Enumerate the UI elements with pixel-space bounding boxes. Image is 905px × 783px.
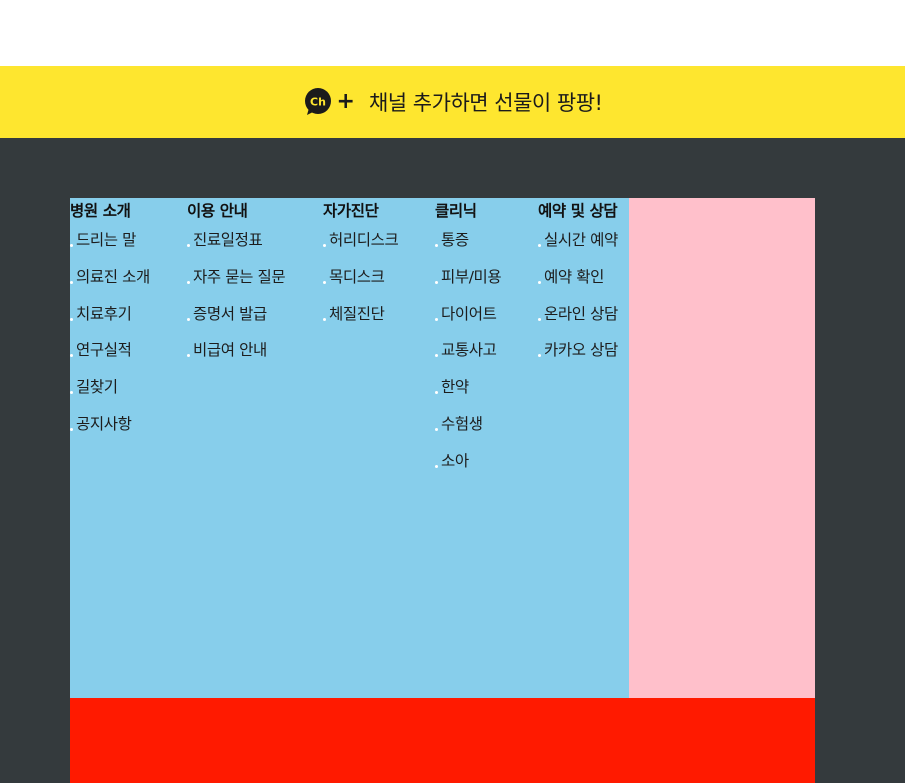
- kakao-channel-badge-text: Ch: [310, 96, 326, 109]
- banner-text: 채널 추가하면 선물이 팡팡!: [368, 91, 603, 115]
- sitemap-menu-panel: 병원 소개 드리는 말 의료진 소개 치료후기 연구실적 길찾기 공지사항 이용…: [70, 198, 629, 698]
- menu-column-title[interactable]: 자가진단: [323, 198, 398, 222]
- menu-item[interactable]: 증명서 발급: [187, 296, 285, 333]
- menu-item[interactable]: 체질진단: [323, 296, 398, 333]
- menu-item[interactable]: 드리는 말: [70, 222, 150, 259]
- menu-item[interactable]: 카카오 상담: [538, 332, 618, 369]
- menu-item[interactable]: 소아: [435, 443, 501, 480]
- menu-item[interactable]: 공지사항: [70, 406, 150, 443]
- menu-item[interactable]: 연구실적: [70, 332, 150, 369]
- menu-column-self-diagnosis: 자가진단 허리디스크 목디스크 체질진단: [323, 198, 399, 333]
- kakao-channel-add-banner[interactable]: Ch + 채널 추가하면 선물이 팡팡!: [0, 66, 905, 138]
- menu-item[interactable]: 실시간 예약: [538, 222, 618, 259]
- menu-item[interactable]: 치료후기: [70, 296, 150, 333]
- menu-item[interactable]: 수험생: [435, 406, 501, 443]
- menu-column-about: 병원 소개 드리는 말 의료진 소개 치료후기 연구실적 길찾기 공지사항: [70, 198, 150, 443]
- menu-column-guide: 이용 안내 진료일정표 자주 묻는 질문 증명서 발급 비급여 안내: [187, 198, 286, 369]
- menu-item[interactable]: 한약: [435, 369, 501, 406]
- menu-item[interactable]: 길찾기: [70, 369, 150, 406]
- menu-item[interactable]: 다이어트: [435, 296, 501, 333]
- menu-item[interactable]: 교통사고: [435, 332, 501, 369]
- menu-item[interactable]: 의료진 소개: [70, 259, 150, 296]
- menu-item[interactable]: 목디스크: [323, 259, 398, 296]
- kakao-channel-icon: Ch: [303, 87, 333, 117]
- menu-item[interactable]: 허리디스크: [323, 222, 399, 259]
- top-header: [0, 0, 905, 66]
- menu-column-title[interactable]: 클리닉: [435, 198, 501, 222]
- menu-item[interactable]: 피부/미용: [435, 259, 502, 296]
- menu-item[interactable]: 비급여 안내: [187, 332, 285, 369]
- menu-item[interactable]: 진료일정표: [187, 222, 285, 259]
- menu-item[interactable]: 예약 확인: [538, 259, 618, 296]
- menu-column-reservation: 예약 및 상담 실시간 예약 예약 확인 온라인 상담 카카오 상담: [538, 198, 618, 369]
- side-panel: [629, 198, 815, 698]
- menu-column-title[interactable]: 병원 소개: [70, 198, 150, 222]
- menu-column-clinic: 클리닉 통증 피부/미용 다이어트 교통사고 한약 수험생 소아: [435, 198, 502, 480]
- menu-item[interactable]: 통증: [435, 222, 501, 259]
- menu-item[interactable]: 온라인 상담: [538, 296, 618, 333]
- menu-item[interactable]: 자주 묻는 질문: [187, 259, 286, 296]
- menu-column-title[interactable]: 예약 및 상담: [538, 198, 618, 222]
- menu-column-title[interactable]: 이용 안내: [187, 198, 285, 222]
- plus-icon: +: [336, 89, 355, 114]
- bottom-panel: [70, 698, 815, 783]
